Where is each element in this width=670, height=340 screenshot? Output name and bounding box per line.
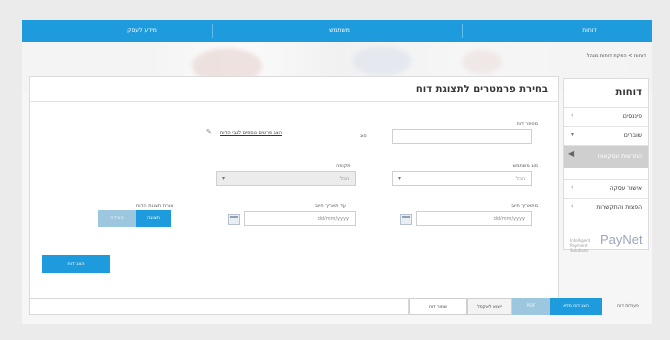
pdf-button[interactable]: PDF xyxy=(512,298,550,315)
user-type-label: סוג משתמש xyxy=(512,163,538,169)
nav-tab-reports[interactable]: דוחות xyxy=(527,20,652,42)
chevron-left-icon: ‹ xyxy=(571,203,574,210)
sidebar-item-transaction-alerts[interactable]: התראות עסקאות ◀ xyxy=(564,145,648,168)
type-label: סוג xyxy=(360,133,367,139)
divider xyxy=(30,101,558,102)
user-type-select[interactable]: הכל ▾ xyxy=(392,171,532,186)
period-label: תקופה xyxy=(336,163,351,169)
top-navigation: דוחות משתמש מידע לעסק xyxy=(22,20,652,42)
nav-tab-business-info[interactable]: מידע לעסק xyxy=(82,20,202,42)
chevron-down-icon: ▾ xyxy=(398,175,402,182)
sidebar-item-transaction-approval[interactable]: אישור עסקה ‹ xyxy=(564,179,648,198)
calendar-icon[interactable] xyxy=(228,214,240,225)
page-title: בחירת פרמטרים לתצוגת דוח xyxy=(415,84,548,95)
app-frame: דוחות משתמש מידע לעסק דוחות > הפקת דוחות… xyxy=(22,20,652,324)
chevron-left-icon: ‹ xyxy=(571,112,574,119)
paynet-logo: Intelligent Payment Solutions PayNet xyxy=(570,232,643,253)
display-mode-label: צורת תצוגת הדוח xyxy=(136,203,174,209)
actions-label: פעולות דוח xyxy=(617,304,639,309)
to-date-input[interactable]: dd/mm/yyyy xyxy=(244,211,356,226)
actions-spacer xyxy=(29,298,409,315)
breadcrumb[interactable]: דוחות > הפקת דוחות מנהל xyxy=(587,53,646,59)
sidebar-item-finance[interactable]: פיננסים ‹ xyxy=(564,107,648,126)
report-number-input[interactable] xyxy=(392,129,532,144)
report-parameters-panel: בחירת פרמטרים לתצוגת דוח מספר דוח סוג הצ… xyxy=(29,76,559,300)
from-date-input[interactable]: dd/mm/yyyy xyxy=(416,211,532,226)
calendar-icon[interactable] xyxy=(400,214,412,225)
caret-left-icon: ◀ xyxy=(568,149,575,158)
sidebar-item-vouchers[interactable]: שוברים ▾ xyxy=(564,126,648,145)
chevron-down-icon: ▾ xyxy=(222,175,226,182)
nav-divider xyxy=(462,24,463,38)
report-number-label: מספר דוח xyxy=(516,121,538,127)
nav-divider xyxy=(212,24,213,38)
export-excel-button[interactable]: ייצוא לאקסל xyxy=(467,298,512,315)
display-toggle[interactable]: תצוגה xyxy=(136,210,171,227)
show-report-button[interactable]: הצג דוח xyxy=(42,255,110,273)
full-report-button[interactable]: הצג דוח מלא xyxy=(550,298,602,315)
sidebar: דוחות פיננסים ‹ שוברים ▾ התראות עסקאות ◀ אי… xyxy=(563,78,649,250)
download-toggle[interactable]: הורדה xyxy=(98,210,136,227)
to-date-label: עד תאריך חיוב xyxy=(315,203,346,209)
nav-tab-user[interactable]: משתמש xyxy=(272,20,407,42)
pin-icon: ✎ xyxy=(206,128,212,136)
period-select[interactable]: הכל ▾ xyxy=(216,171,356,186)
chevron-down-icon: ▾ xyxy=(571,131,575,138)
save-report-button[interactable]: שמור דוח xyxy=(409,298,467,315)
report-details-link[interactable]: הצג פרטים נוספים לגבי הדוח xyxy=(220,130,282,136)
report-actions-bar: שמור דוח ייצוא לאקסל PDF הצג דוח מלא פעו… xyxy=(29,298,652,315)
sidebar-title: דוחות xyxy=(615,87,642,98)
sidebar-item-distributions[interactable]: הפצות והתקשרות ‹ xyxy=(564,198,648,217)
chevron-left-icon: ‹ xyxy=(571,184,574,191)
from-date-label: מתאריך חיוב xyxy=(511,203,538,209)
